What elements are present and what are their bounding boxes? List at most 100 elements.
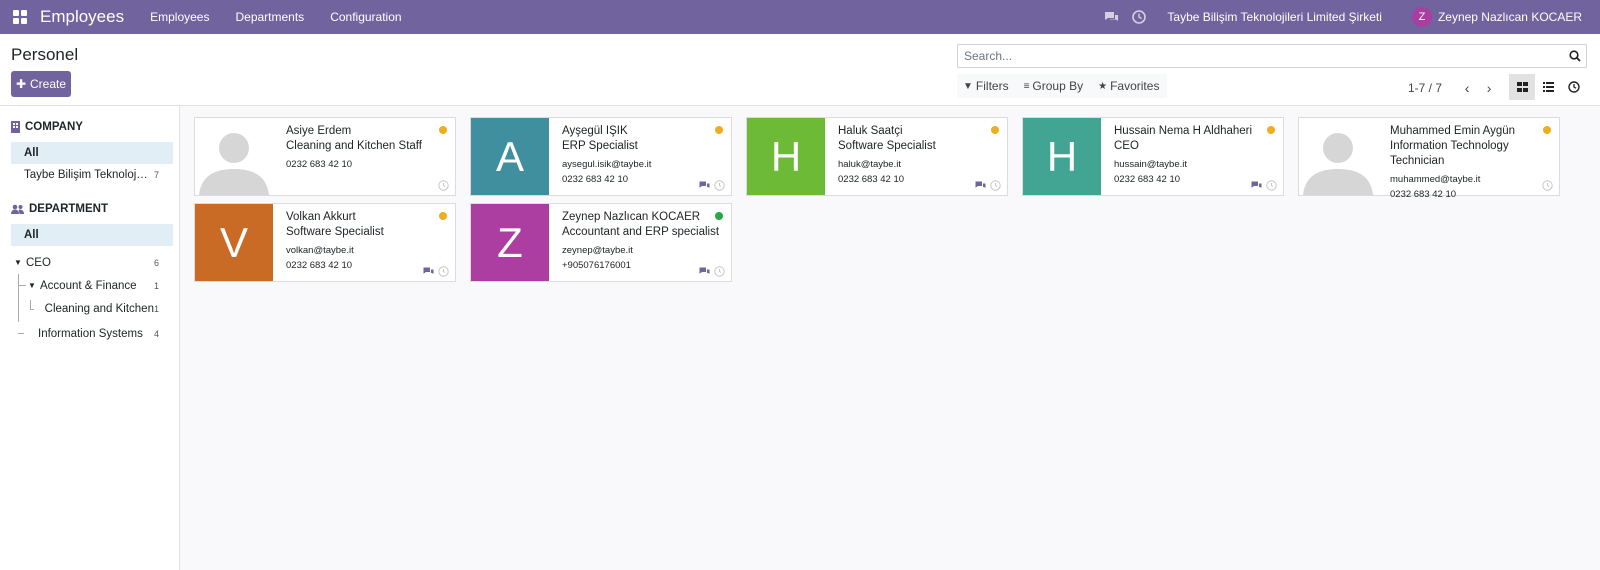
building-icon [11, 121, 20, 133]
filters-button[interactable]: ▼ Filters [963, 74, 1009, 98]
company-item-label: Taybe Bilişim Teknolojileri Limited Şirk… [24, 169, 150, 181]
department-information-systems-label: Information Systems [38, 327, 143, 340]
control-panel: Personel ✚ Create ▼ Filters ≡ Group By ★… [0, 34, 1600, 106]
user-menu[interactable]: Z Zeynep Nazlıcan KOCAER [1411, 7, 1582, 27]
activity-clock-icon[interactable] [714, 180, 725, 191]
filter-icon: ▼ [963, 80, 973, 92]
employee-job-title: Accountant and ERP specialist [562, 226, 720, 238]
group-by-label: Group By [1032, 79, 1084, 93]
company-filter-taybe[interactable]: Taybe Bilişim Teknolojileri Limited Şirk… [11, 164, 173, 186]
card-actions [438, 180, 449, 191]
department-ceo-label: CEO [26, 256, 51, 269]
search-input[interactable] [958, 49, 1564, 63]
activity-clock-icon[interactable] [990, 180, 1001, 191]
employee-info: Volkan Akkurt Software Specialist volkan… [273, 204, 455, 281]
pager-next-icon[interactable]: › [1478, 80, 1500, 96]
discuss-icon[interactable] [1103, 9, 1119, 25]
company-switcher[interactable]: Taybe Bilişim Teknolojileri Limited Şirk… [1167, 10, 1382, 24]
card-actions [1542, 180, 1553, 191]
card-actions [423, 266, 449, 277]
card-actions [699, 266, 725, 277]
department-information-systems[interactable]: Information Systems 4 [0, 322, 173, 345]
menu-employees[interactable]: Employees [150, 10, 209, 24]
search-icon[interactable] [1564, 50, 1586, 62]
employee-avatar: H [747, 118, 825, 195]
department-all-label: All [24, 229, 39, 241]
caret-down-icon[interactable]: ▼ [14, 258, 22, 267]
chat-icon[interactable] [423, 267, 434, 276]
chat-icon[interactable] [975, 181, 986, 190]
employee-email: zeynep@taybe.it [562, 245, 633, 256]
employee-name: Volkan Akkurt [286, 211, 356, 223]
menu-departments[interactable]: Departments [235, 10, 304, 24]
breadcrumb: Personel [11, 45, 79, 64]
person-placeholder-icon [199, 133, 269, 195]
employee-card[interactable]: Asiye Erdem Cleaning and Kitchen Staff 0… [194, 117, 456, 196]
activity-clock-icon[interactable] [714, 266, 725, 277]
department-ceo[interactable]: ▼ CEO 6 [0, 251, 173, 274]
employee-info: Ayşegül IŞIK ERP Specialist aysegul.isik… [549, 118, 731, 195]
employee-email: aysegul.isik@taybe.it [562, 159, 652, 170]
pager-previous-icon[interactable]: ‹ [1456, 80, 1478, 96]
employee-card[interactable]: Muhammed Emin Aygün Information Technolo… [1298, 117, 1560, 200]
employee-info: Muhammed Emin Aygün Information Technolo… [1377, 118, 1559, 200]
department-cleaning-kitchen-count: 1 [153, 303, 159, 314]
employee-phone: 0232 683 42 10 [286, 159, 353, 170]
department-header-label: DEPARTMENT [29, 203, 109, 215]
employee-job-title: ERP Specialist [562, 140, 638, 152]
employee-card[interactable]: A Ayşegül IŞIK ERP Specialist aysegul.is… [470, 117, 732, 196]
group-by-button[interactable]: ≡ Group By [1024, 74, 1084, 98]
employee-card[interactable]: Z Zeynep Nazlıcan KOCAER Accountant and … [470, 203, 732, 282]
apps-menu-icon[interactable] [10, 7, 30, 27]
employee-email: hussain@taybe.it [1114, 159, 1188, 170]
department-cleaning-kitchen[interactable]: Cleaning and Kitchen 1 [0, 297, 173, 320]
chat-icon[interactable] [1251, 181, 1262, 190]
chat-icon[interactable] [699, 267, 710, 276]
company-filter-all[interactable]: All [11, 142, 173, 164]
bars-icon: ≡ [1023, 80, 1030, 92]
presence-status-icon [1543, 126, 1551, 134]
employee-kanban: Asiye Erdem Cleaning and Kitchen Staff 0… [180, 106, 1600, 570]
chat-icon[interactable] [699, 181, 710, 190]
favorites-button[interactable]: ★ Favorites [1098, 74, 1159, 98]
kanban-view-icon[interactable] [1509, 74, 1535, 100]
employee-email: haluk@taybe.it [838, 159, 901, 170]
create-button[interactable]: ✚ Create [11, 71, 71, 97]
pager: 1-7 / 7 ‹ › [1408, 80, 1500, 96]
employee-email: muhammed@taybe.it [1390, 174, 1481, 185]
tree-branch [18, 285, 26, 286]
employee-avatar: A [471, 118, 549, 195]
employee-name: Muhammed Emin Aygün [1390, 125, 1516, 137]
employee-info: Zeynep Nazlıcan KOCAER Accountant and ER… [549, 204, 731, 281]
activity-clock-icon[interactable] [1131, 9, 1147, 25]
menu-configuration[interactable]: Configuration [330, 10, 401, 24]
app-title[interactable]: Employees [40, 7, 124, 27]
plus-icon: ✚ [15, 77, 27, 91]
employee-name: Ayşegül IŞIK [562, 125, 628, 137]
activity-view-icon[interactable] [1561, 74, 1587, 100]
department-filter-all[interactable]: All [11, 224, 173, 246]
tree-branch [30, 299, 34, 310]
pager-value[interactable]: 1-7 / 7 [1408, 81, 1442, 95]
list-view-icon[interactable] [1535, 74, 1561, 100]
employee-card[interactable]: H Haluk Saatçi Software Specialist haluk… [746, 117, 1008, 196]
employee-card[interactable]: H Hussain Nema H Aldhaheri CEO hussain@t… [1022, 117, 1284, 196]
employee-job-title: Software Specialist [286, 226, 384, 238]
employee-card[interactable]: V Volkan Akkurt Software Specialist volk… [194, 203, 456, 282]
department-information-systems-count: 4 [153, 328, 159, 339]
caret-down-icon[interactable]: ▼ [28, 281, 36, 290]
card-actions [975, 180, 1001, 191]
activity-clock-icon[interactable] [438, 266, 449, 277]
activity-clock-icon[interactable] [438, 180, 449, 191]
employee-job-title: CEO [1114, 140, 1139, 152]
department-account-finance-label: Account & Finance [40, 279, 137, 292]
presence-status-icon [715, 126, 723, 134]
employee-phone: 0232 683 42 10 [1390, 189, 1457, 200]
presence-status-icon [715, 212, 723, 220]
employee-info: Asiye Erdem Cleaning and Kitchen Staff 0… [273, 118, 455, 195]
employee-job-title: Software Specialist [838, 140, 936, 152]
activity-clock-icon[interactable] [1266, 180, 1277, 191]
employee-avatar: V [195, 204, 273, 281]
department-account-finance[interactable]: ▼ Account & Finance 1 [0, 274, 173, 297]
activity-clock-icon[interactable] [1542, 180, 1553, 191]
